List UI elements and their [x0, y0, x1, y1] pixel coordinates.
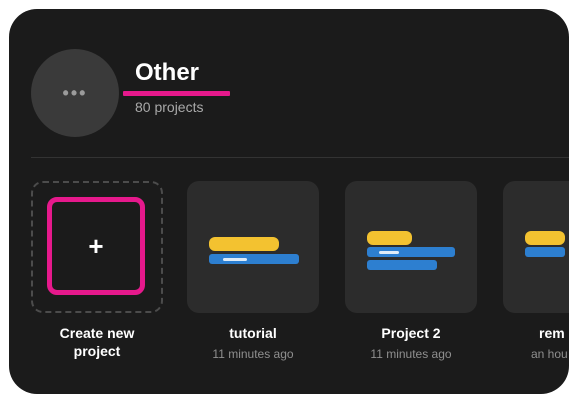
code-block-icon — [525, 247, 565, 257]
code-block-icon — [525, 231, 565, 245]
folder-title: Other — [135, 59, 200, 86]
code-block-icon — [209, 237, 279, 251]
project-card-tutorial[interactable] — [187, 181, 319, 313]
code-notch-icon — [379, 251, 399, 254]
create-project-label[interactable]: Create new project — [31, 324, 163, 360]
folder-header: ••• Other 80 projects — [9, 9, 569, 159]
title-highlight-underline — [123, 91, 230, 96]
project-card-partial[interactable] — [503, 181, 569, 313]
project-card-project-2[interactable] — [345, 181, 477, 313]
code-notch-icon — [223, 258, 247, 261]
create-new-project-card[interactable]: + — [31, 181, 163, 313]
project-modified-time: 11 minutes ago — [370, 347, 452, 361]
project-folder-panel: ••• Other 80 projects + Create new proje… — [9, 9, 569, 394]
code-block-icon — [367, 260, 437, 270]
create-project-label-line1: Create new — [59, 325, 135, 341]
project-title[interactable]: tutorial — [187, 324, 319, 342]
create-project-highlight[interactable]: + — [47, 197, 145, 295]
plus-icon: + — [88, 231, 104, 261]
header-divider — [31, 157, 569, 158]
folder-avatar[interactable]: ••• — [31, 49, 119, 137]
project-count: 80 projects — [135, 99, 204, 115]
code-block-icon — [367, 231, 412, 245]
project-title[interactable]: rem — [503, 324, 569, 342]
project-title[interactable]: Project 2 — [345, 324, 477, 342]
project-modified-time: 11 minutes ago — [212, 347, 294, 361]
create-project-label-line2: project — [73, 343, 121, 359]
project-modified-time: an hou — [531, 347, 568, 361]
more-dots-icon: ••• — [62, 82, 88, 103]
